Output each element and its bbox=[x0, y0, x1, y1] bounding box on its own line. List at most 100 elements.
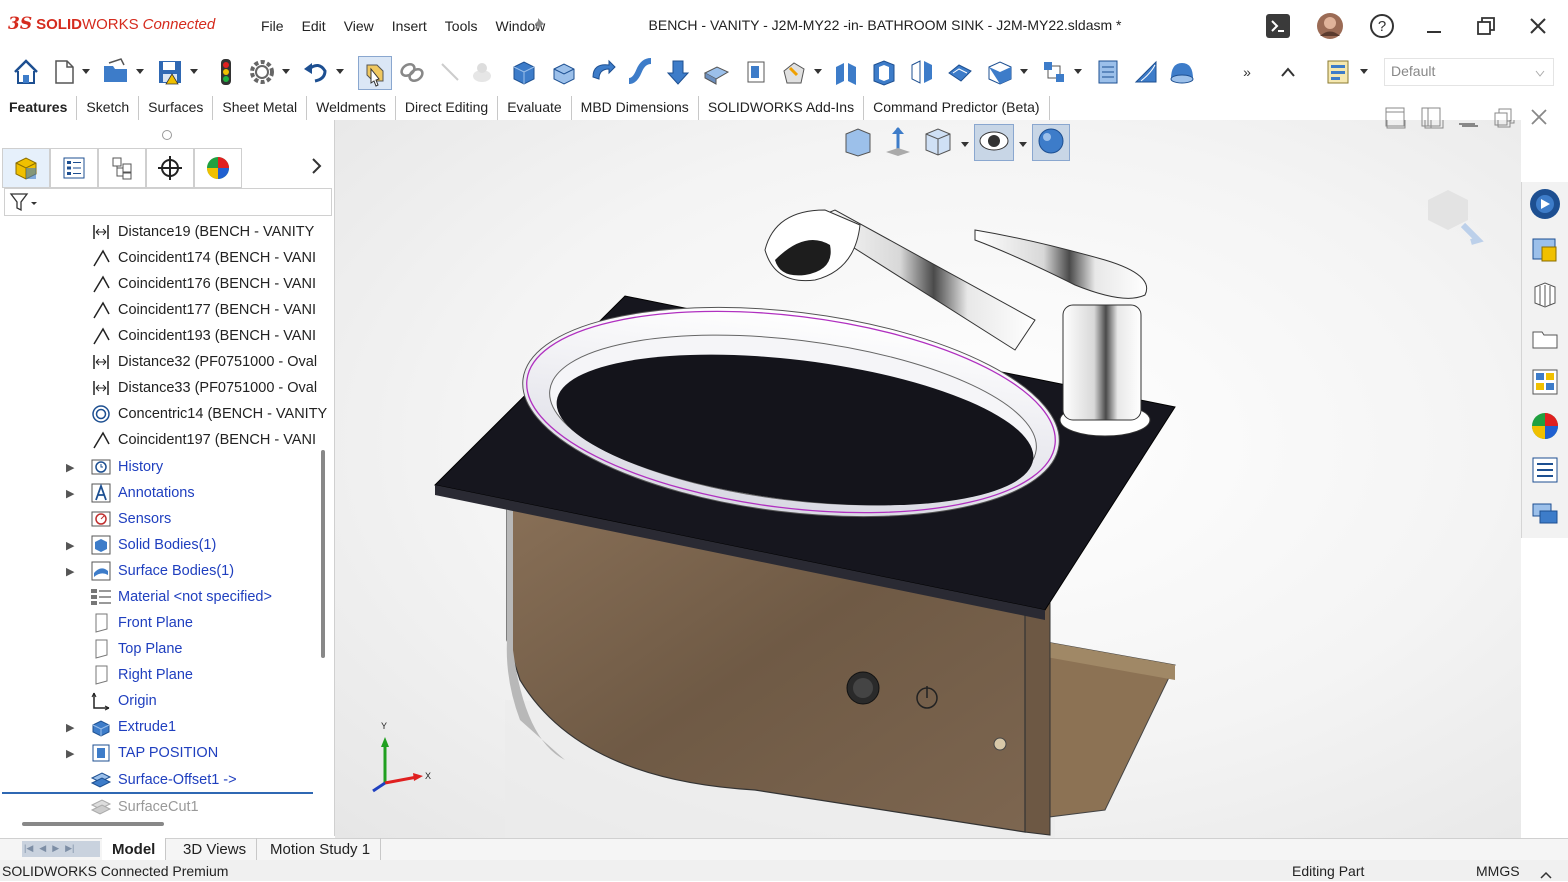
tree-filter-bar[interactable] bbox=[4, 188, 332, 216]
select-tool-icon[interactable] bbox=[358, 56, 392, 90]
tab-direct-editing[interactable]: Direct Editing bbox=[395, 96, 499, 122]
first-tab-icon[interactable]: |◀ bbox=[22, 841, 35, 857]
expand-arrow-icon[interactable]: ▶ bbox=[66, 487, 76, 500]
tab-command-predictor[interactable]: Command Predictor (Beta) bbox=[864, 96, 1050, 122]
draft-icon[interactable] bbox=[944, 56, 976, 88]
tree-item-coincident176[interactable]: Coincident176 (BENCH - VANI bbox=[0, 271, 330, 297]
last-tab-icon[interactable]: ▶| bbox=[63, 841, 76, 857]
open-folder-icon[interactable] bbox=[1527, 320, 1563, 356]
chevron-down-icon[interactable] bbox=[960, 136, 970, 161]
tree-item-distance33[interactable]: Distance33 (PF0751000 - Oval bbox=[0, 375, 330, 401]
tree-item-front-plane[interactable]: Front Plane bbox=[0, 610, 330, 636]
tab-solidworks-add-ins[interactable]: SOLIDWORKS Add-Ins bbox=[698, 96, 865, 122]
tree-item-right-plane[interactable]: Right Plane bbox=[0, 662, 330, 688]
hole-wizard-icon[interactable] bbox=[830, 56, 862, 88]
curves-icon[interactable] bbox=[1130, 56, 1162, 88]
tab-sketch[interactable]: Sketch bbox=[77, 96, 140, 122]
move-component-icon[interactable] bbox=[662, 56, 694, 88]
tab-evaluate[interactable]: Evaluate bbox=[498, 96, 572, 122]
solidworks-resources-icon[interactable] bbox=[1527, 186, 1563, 222]
sweep-icon[interactable] bbox=[624, 56, 656, 88]
display-style-icon[interactable] bbox=[1032, 124, 1070, 161]
menu-view[interactable]: View bbox=[335, 16, 383, 36]
mate-icon[interactable] bbox=[548, 56, 580, 88]
solidworks-logo[interactable]: 3S SOLIDWORKS Connected bbox=[8, 14, 215, 34]
tab-configurationmanager[interactable] bbox=[98, 148, 146, 188]
tab-3d-views[interactable]: 3D Views bbox=[173, 838, 258, 860]
tree-item-coincident177[interactable]: Coincident177 (BENCH - VANI bbox=[0, 297, 330, 323]
minimize-document-icon[interactable] bbox=[1456, 106, 1478, 131]
display-disabled-icon[interactable] bbox=[466, 56, 498, 88]
forum-chat-icon[interactable] bbox=[1527, 496, 1563, 532]
command-search-button[interactable] bbox=[1260, 10, 1296, 42]
tree-item-sensors[interactable]: Sensors bbox=[0, 506, 330, 532]
new-document-icon[interactable] bbox=[48, 56, 80, 88]
minimize-window-button[interactable] bbox=[1416, 10, 1452, 42]
insert-component-icon[interactable] bbox=[508, 56, 540, 88]
tree-item-tap-position[interactable]: ▶ TAP POSITION bbox=[0, 740, 330, 766]
tile-vertical-icon[interactable] bbox=[1420, 106, 1442, 131]
fillet-icon[interactable] bbox=[778, 56, 810, 88]
tree-vertical-scrollbar[interactable] bbox=[321, 450, 325, 658]
previous-tab-icon[interactable]: ◀ bbox=[37, 841, 48, 857]
expand-arrow-icon[interactable]: ▶ bbox=[66, 721, 76, 734]
reference-geometry-icon[interactable] bbox=[1038, 56, 1070, 88]
bill-of-materials-icon[interactable] bbox=[1092, 56, 1124, 88]
chevron-right-icon[interactable] bbox=[310, 156, 324, 179]
tab-displaymanager[interactable] bbox=[194, 148, 242, 188]
mirror-icon[interactable] bbox=[740, 56, 772, 88]
tree-item-top-plane[interactable]: Top Plane bbox=[0, 636, 330, 662]
save-icon[interactable] bbox=[154, 56, 186, 88]
previous-view-icon[interactable] bbox=[840, 124, 876, 161]
chevron-down-icon[interactable] bbox=[186, 56, 202, 88]
user-avatar[interactable] bbox=[1312, 10, 1348, 42]
chevron-down-icon[interactable] bbox=[1016, 56, 1032, 88]
tree-item-extrude1[interactable]: ▶ Extrude1 bbox=[0, 714, 330, 740]
design-library-icon[interactable] bbox=[1527, 232, 1563, 268]
collapse-toolbar-icon[interactable] bbox=[1274, 56, 1302, 88]
tree-item-material[interactable]: Material <not specified> bbox=[0, 584, 330, 610]
next-tab-icon[interactable]: ▶ bbox=[50, 841, 61, 857]
tab-model[interactable]: Model bbox=[102, 838, 167, 860]
unit-system-button[interactable]: MMGS bbox=[1476, 863, 1520, 879]
menu-insert[interactable]: Insert bbox=[383, 16, 436, 36]
link-chain-icon[interactable] bbox=[396, 56, 428, 88]
chevron-down-icon[interactable] bbox=[78, 56, 94, 88]
tree-item-coincident193[interactable]: Coincident193 (BENCH - VANI bbox=[0, 323, 330, 349]
expand-arrow-icon[interactable]: ▶ bbox=[66, 461, 76, 474]
tab-weldments[interactable]: Weldments bbox=[307, 96, 396, 122]
menu-file[interactable]: File bbox=[252, 16, 293, 36]
menu-edit[interactable]: Edit bbox=[293, 16, 335, 36]
undo-icon[interactable] bbox=[300, 56, 332, 88]
tab-featuremanager[interactable] bbox=[2, 148, 50, 188]
tree-item-surface-offset1[interactable]: Surface-Offset1 -> bbox=[0, 767, 330, 793]
tab-scroll-arrows[interactable]: |◀ ◀ ▶ ▶| bbox=[22, 841, 100, 857]
help-icon[interactable]: ? bbox=[1364, 10, 1400, 42]
restore-document-icon[interactable] bbox=[1492, 106, 1514, 131]
tree-horizontal-scrollbar[interactable] bbox=[22, 822, 164, 826]
chevron-down-icon[interactable] bbox=[278, 56, 294, 88]
tree-item-distance32[interactable]: Distance32 (PF0751000 - Oval bbox=[0, 349, 330, 375]
pin-menu-icon[interactable] bbox=[532, 16, 548, 36]
tree-item-surface-bodies[interactable]: ▶ Surface Bodies(1) bbox=[0, 558, 330, 584]
expand-arrow-icon[interactable]: ▶ bbox=[66, 747, 76, 760]
revolve-icon[interactable] bbox=[586, 56, 618, 88]
close-document-icon[interactable] bbox=[1528, 106, 1550, 131]
chevron-up-icon[interactable] bbox=[1540, 866, 1552, 882]
tree-item-annotations[interactable]: ▶ Annotations bbox=[0, 480, 330, 506]
tree-item-origin[interactable]: Origin bbox=[0, 688, 330, 714]
tab-propertymanager[interactable] bbox=[50, 148, 98, 188]
view-palette-icon[interactable] bbox=[1527, 364, 1563, 400]
chevron-down-icon[interactable] bbox=[1018, 136, 1028, 161]
filter-funnel-icon[interactable] bbox=[9, 192, 37, 215]
custom-properties-icon[interactable] bbox=[1527, 452, 1563, 488]
tree-item-coincident174[interactable]: Coincident174 (BENCH - VANI bbox=[0, 245, 330, 271]
home-icon[interactable] bbox=[10, 56, 42, 88]
tab-surfaces[interactable]: Surfaces bbox=[139, 96, 214, 122]
chevron-down-icon[interactable] bbox=[810, 56, 826, 88]
rib-icon[interactable] bbox=[906, 56, 938, 88]
tab-mbd-dimensions[interactable]: MBD Dimensions bbox=[571, 96, 699, 122]
configuration-dropdown[interactable]: Default bbox=[1384, 58, 1554, 86]
rebuild-traffic-light-icon[interactable] bbox=[210, 56, 242, 88]
sink-model-3d-view[interactable] bbox=[335, 120, 1521, 838]
